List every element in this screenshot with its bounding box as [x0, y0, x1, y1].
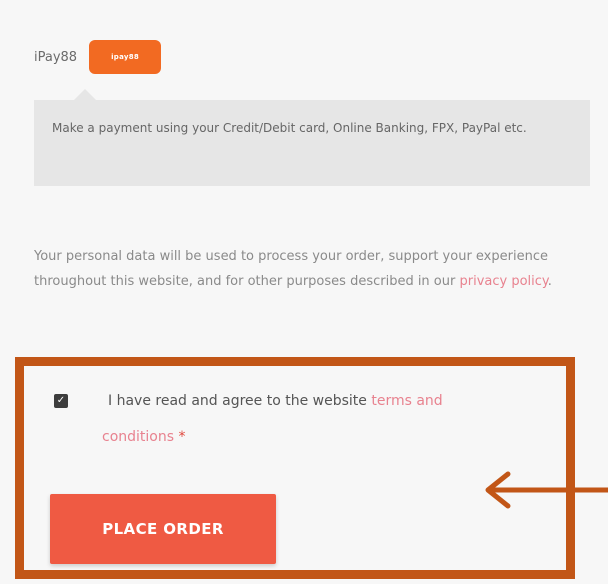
ipay88-logo: ipay88	[89, 40, 162, 74]
privacy-policy-link[interactable]: privacy policy	[459, 274, 547, 289]
payment-description-box: Make a payment using your Credit/Debit c…	[34, 89, 590, 186]
terms-row: ✓ I have read and agree to the website t…	[54, 383, 554, 455]
highlight-annotation-box: ✓ I have read and agree to the website t…	[15, 357, 575, 579]
pointer-arrow-icon	[485, 471, 608, 509]
terms-text: I have read and agree to the website ter…	[54, 383, 554, 455]
place-order-button[interactable]: PLACE ORDER	[50, 494, 276, 564]
privacy-end: .	[547, 274, 552, 289]
terms-link[interactable]: terms and	[371, 393, 442, 409]
privacy-notice: Your personal data will be used to proce…	[34, 244, 590, 294]
terms-label: I have read and agree to the website	[108, 393, 372, 409]
terms-link-line2[interactable]: conditions	[102, 429, 174, 445]
payment-method-row: iPay88 ipay88	[34, 40, 162, 74]
required-mark: *	[178, 429, 186, 445]
payment-method-name: iPay88	[34, 49, 78, 65]
terms-checkbox[interactable]: ✓	[54, 394, 68, 408]
payment-description: Make a payment using your Credit/Debit c…	[52, 121, 527, 135]
